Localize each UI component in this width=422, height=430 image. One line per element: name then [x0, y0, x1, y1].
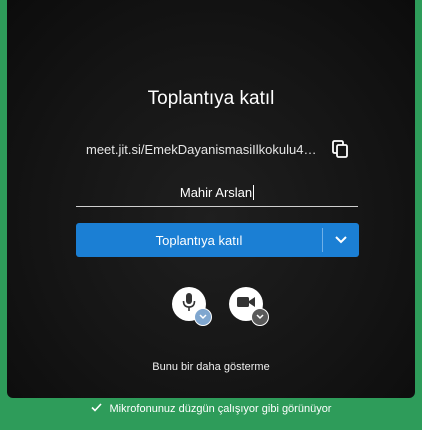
join-meeting-button-group: Toplantıya katıl: [76, 223, 359, 257]
microphone-options-button[interactable]: [194, 308, 212, 326]
chevron-down-icon: [335, 231, 347, 249]
camera-toggle-button[interactable]: [229, 287, 269, 326]
page-title: Toplantıya katıl: [147, 88, 275, 109]
join-meeting-button[interactable]: Toplantıya katıl: [76, 223, 322, 257]
check-icon: [90, 403, 102, 415]
meeting-url-row: meet.jit.si/EmekDayanismasiIlkokulu4C...: [86, 139, 356, 159]
display-name-input[interactable]: Mahir Arslan: [76, 180, 358, 207]
mic-status-bar: Mikrofonunuz düzgün çalışıyor gibi görün…: [0, 402, 422, 416]
mic-status-message: Mikrofonunuz düzgün çalışıyor gibi görün…: [109, 403, 332, 415]
text-caret: [253, 185, 255, 200]
join-options-dropdown[interactable]: [323, 223, 359, 257]
app-frame: Toplantıya katıl meet.jit.si/EmekDayanis…: [0, 0, 422, 430]
camera-options-button[interactable]: [251, 308, 269, 326]
meeting-url: meet.jit.si/EmekDayanismasiIlkokulu4C...: [86, 141, 322, 157]
display-name-value: Mahir Arslan: [179, 185, 253, 200]
microphone-toggle-button[interactable]: [172, 287, 212, 326]
copy-icon[interactable]: [332, 140, 348, 158]
dont-show-again-option[interactable]: Bunu bir daha gösterme: [0, 361, 422, 373]
